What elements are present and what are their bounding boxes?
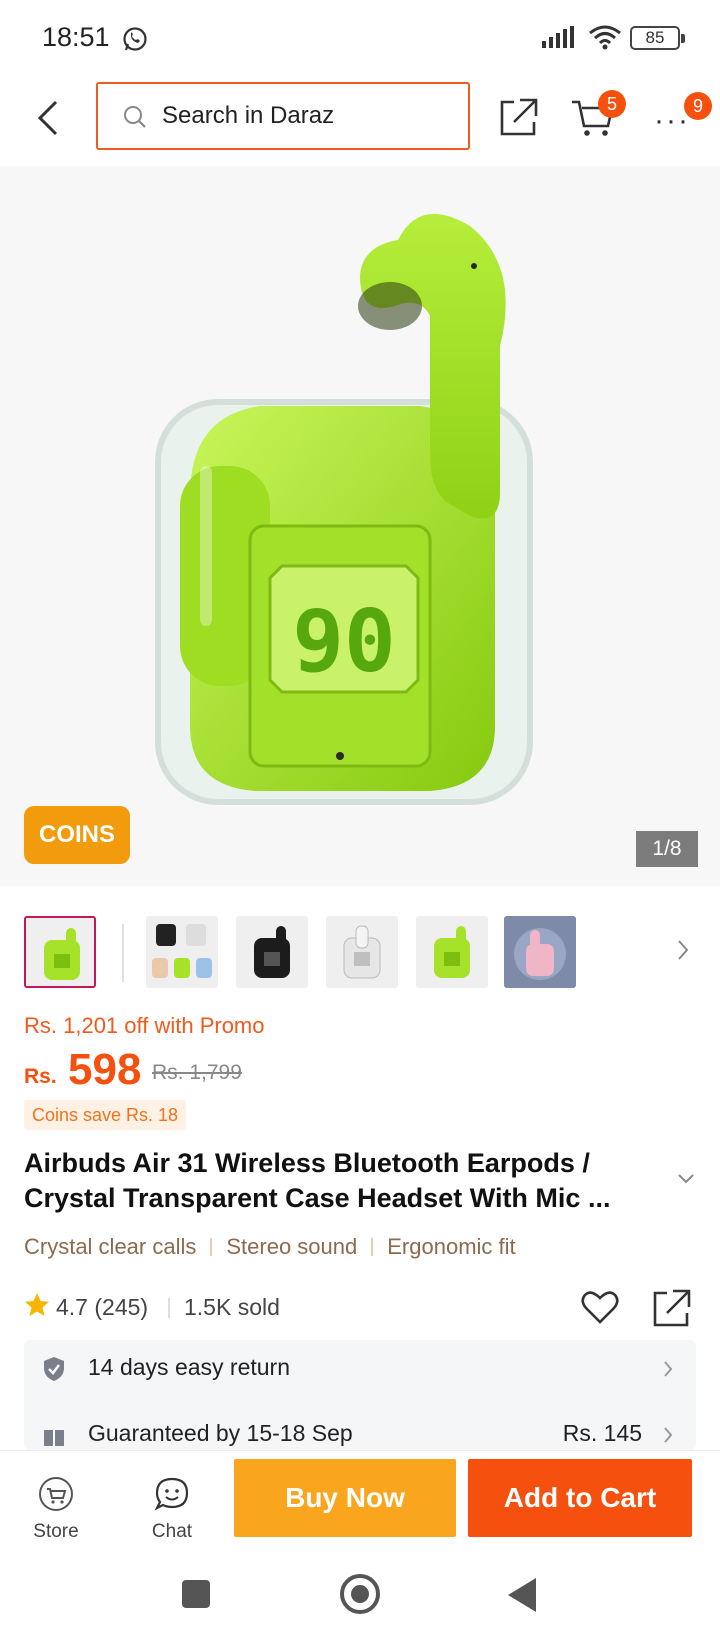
chevron-right-icon <box>662 1426 674 1449</box>
image-pager: 1/8 <box>636 831 698 867</box>
system-navigation-bar <box>0 1550 720 1640</box>
whatsapp-icon <box>122 26 148 57</box>
store-button[interactable]: Store <box>16 1473 96 1543</box>
chevron-right-icon[interactable] <box>676 938 690 967</box>
status-bar: 18:51 85 <box>0 0 720 78</box>
system-back-button[interactable] <box>508 1578 536 1612</box>
return-policy-label: 14 days easy return <box>88 1354 291 1380</box>
signal-icon <box>542 26 576 53</box>
chevron-right-icon <box>662 1360 674 1383</box>
price-currency: Rs. <box>24 1065 57 1088</box>
buy-now-button[interactable]: Buy Now <box>234 1459 456 1537</box>
battery-icon: 85 <box>630 26 685 50</box>
feature-tags: Crystal clear calls Stereo sound Ergonomic… <box>24 1234 516 1260</box>
thumbnail-3[interactable] <box>236 916 308 988</box>
case-display-readout: 90 <box>292 592 396 692</box>
wifi-icon <box>588 24 622 55</box>
store-label: Store <box>33 1521 79 1542</box>
bottom-action-bar: Store Chat Buy Now Add to Cart <box>0 1450 720 1550</box>
thumbnail-1[interactable] <box>24 916 96 988</box>
current-price: 598 <box>68 1045 142 1094</box>
delivery-row[interactable]: Guaranteed by 15-18 Sep Rs. 145 <box>24 1406 696 1450</box>
thumbnail-2[interactable] <box>146 916 218 988</box>
delivery-fee: Rs. 145 <box>562 1420 642 1446</box>
thumbnail-divider <box>122 924 124 982</box>
feature-tag: Stereo sound <box>226 1234 358 1259</box>
star-icon <box>24 1292 50 1323</box>
feature-separator <box>371 1238 374 1256</box>
chat-icon <box>153 1475 191 1519</box>
search-placeholder: Search in Daraz <box>162 102 335 129</box>
product-image[interactable]: 90 COINS 1/8 <box>0 166 720 886</box>
share-icon[interactable] <box>652 1288 692 1333</box>
status-time: 18:51 <box>42 22 110 52</box>
thumbnail-6[interactable] <box>504 916 576 988</box>
earbuds-illustration: 90 <box>155 213 533 805</box>
search-input[interactable]: Search in Daraz <box>96 82 470 150</box>
feature-tag: Crystal clear calls <box>24 1234 197 1259</box>
sold-count: 1.5K sold <box>184 1294 280 1320</box>
chat-label: Chat <box>151 1521 193 1542</box>
more-count-badge: 9 <box>684 92 712 120</box>
promo-text: Rs. 1,201 off with Promo <box>24 1013 265 1038</box>
product-title: Airbuds Air 31 Wireless Bluetooth Earpod… <box>24 1148 611 1213</box>
home-button[interactable] <box>340 1574 380 1614</box>
thumbnail-4[interactable] <box>326 916 398 988</box>
feature-separator <box>210 1238 213 1256</box>
search-icon <box>122 104 148 137</box>
shield-check-icon <box>42 1356 66 1387</box>
more-icon[interactable]: ··· 9 <box>654 92 712 138</box>
return-policy-row[interactable]: 14 days easy return <box>24 1340 696 1396</box>
heart-icon[interactable] <box>580 1288 620 1333</box>
rating-summary[interactable]: 4.7 (245) <box>56 1294 148 1321</box>
chat-button[interactable]: Chat <box>132 1473 212 1543</box>
coins-save-badge: Coins save Rs. 18 <box>24 1100 187 1130</box>
gift-icon <box>42 1422 66 1450</box>
delivery-label: Guaranteed by 15-18 Sep <box>88 1420 353 1446</box>
cart-count-badge: 5 <box>598 90 626 118</box>
recents-button[interactable] <box>182 1580 210 1608</box>
top-header: Search in Daraz 5 ··· 9 <box>0 78 720 166</box>
rating-row: 4.7 (245) 1.5K sold <box>24 1288 704 1328</box>
original-price: Rs. 1,799 <box>152 1061 242 1084</box>
rating-separator <box>168 1298 170 1318</box>
feature-tag: Ergonomic fit <box>387 1234 516 1259</box>
rating-value: 4.7 <box>56 1294 88 1320</box>
review-count: (245) <box>94 1294 149 1320</box>
thumbnail-5[interactable] <box>416 916 488 988</box>
service-info-box: 14 days easy return Guaranteed by 15-18 … <box>24 1340 696 1450</box>
thumbnail-strip <box>0 902 720 1002</box>
chevron-down-icon[interactable] <box>676 1172 696 1191</box>
store-icon <box>37 1475 75 1519</box>
cart-icon[interactable]: 5 <box>570 90 626 145</box>
share-icon[interactable] <box>498 96 540 143</box>
coins-tag: COINS <box>24 806 130 864</box>
back-arrow-icon[interactable] <box>32 96 72 140</box>
add-to-cart-button[interactable]: Add to Cart <box>468 1459 692 1537</box>
